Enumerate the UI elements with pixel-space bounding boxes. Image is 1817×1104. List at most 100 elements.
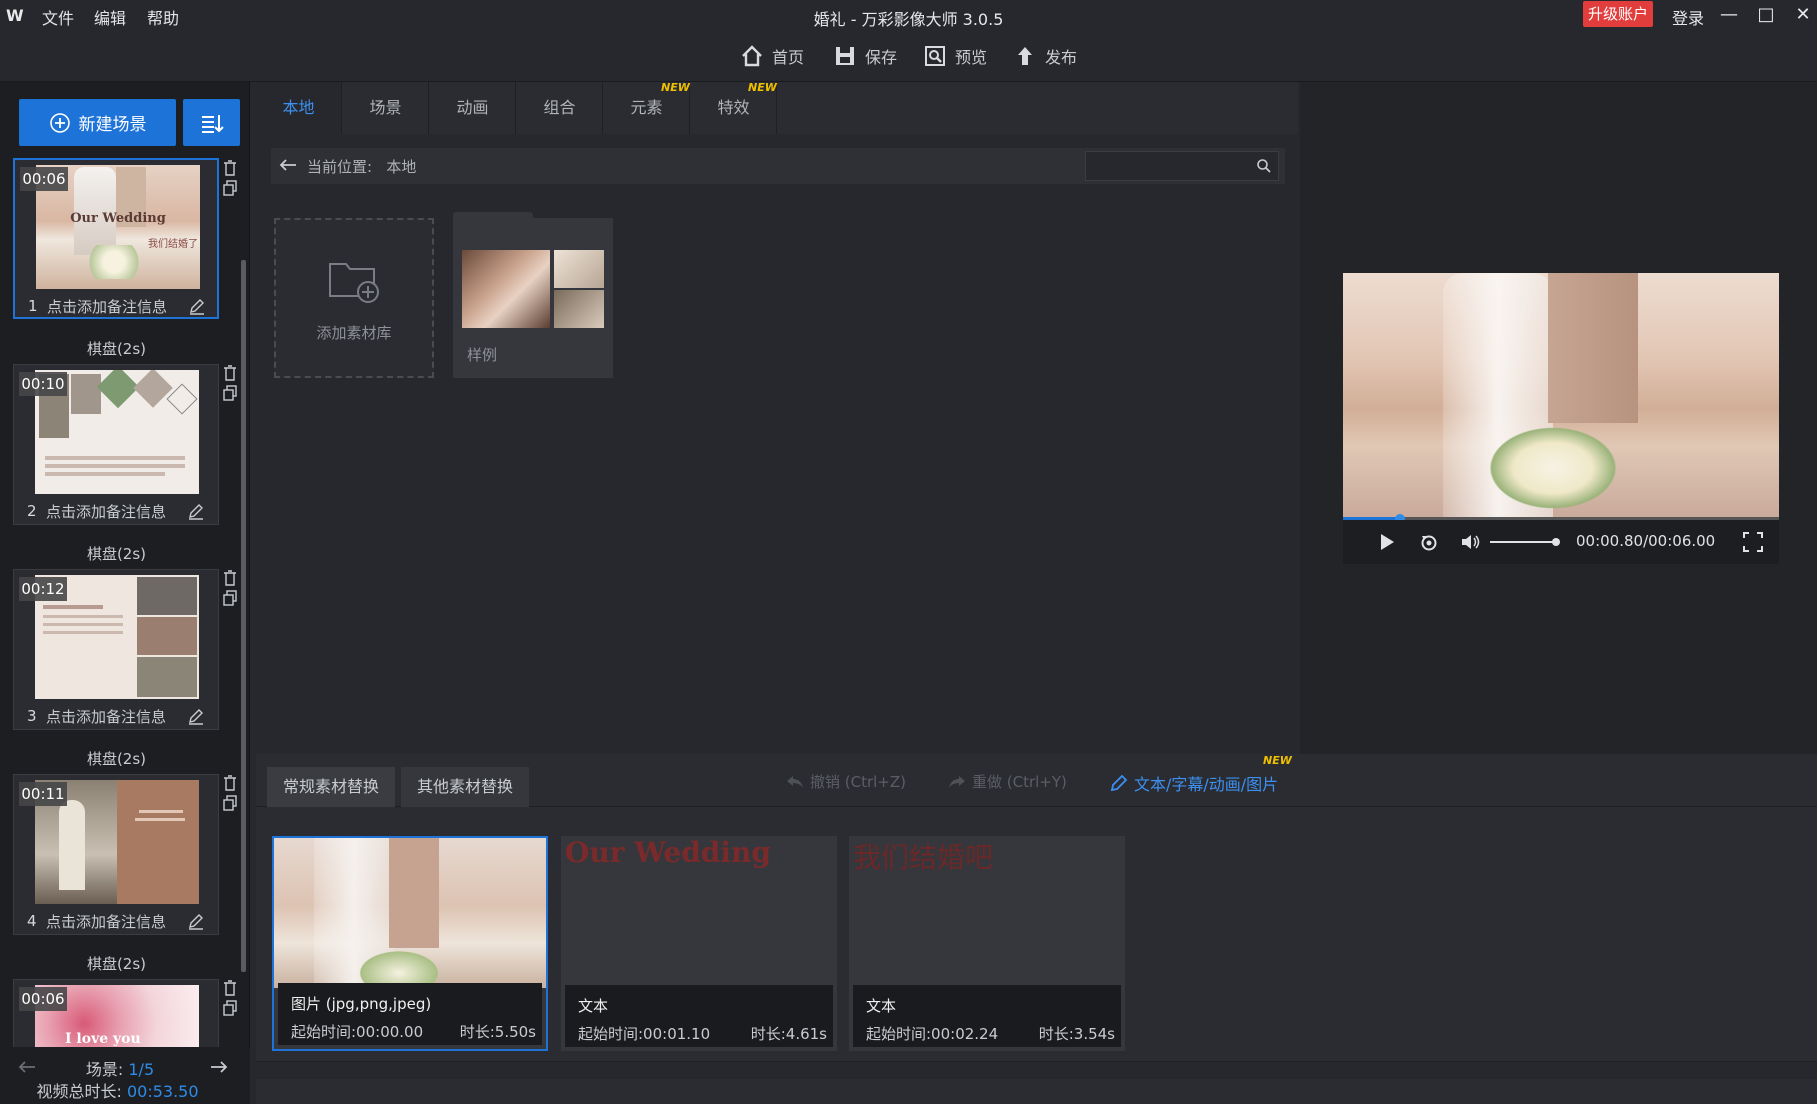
sample-folder-label: 样例 [467,346,498,364]
redo-button[interactable]: 重做 (Ctrl+Y) [948,771,1067,792]
scene-card-4[interactable]: 00:11 4 点击添加备注信息 [13,774,219,935]
transition-label[interactable]: 棋盘(2s) [0,748,233,769]
login-button[interactable]: 登录 [1672,5,1704,29]
arrow-right-icon[interactable] [210,1060,228,1074]
bouquet-graphic [1483,423,1623,513]
edit-pencil-icon[interactable] [187,707,205,725]
transition-label[interactable]: 棋盘(2s) [0,543,233,564]
window-title: 婚礼 - 万彩影像大师 3.0.5 [813,10,1004,29]
sample-folder[interactable]: 样例 [453,212,613,378]
total-duration: 视频总时长: 00:53.50 [0,1078,235,1102]
play-icon[interactable] [1379,533,1395,551]
text-subtitle-edit-link[interactable]: 文本/字幕/动画/图片 [1110,771,1278,795]
scene-card-5[interactable]: I love you 00:06 [13,979,219,1047]
tab-scenes[interactable]: 场景 [343,82,429,134]
library-search-input[interactable] [1085,151,1279,181]
scene-note-input[interactable]: 点击添加备注信息 [47,296,167,317]
trash-icon[interactable] [223,570,237,586]
copy-icon[interactable] [223,795,237,811]
scene-note-input[interactable]: 点击添加备注信息 [46,501,166,522]
trash-icon[interactable] [223,980,237,996]
material-text-preview: Our Wedding [565,836,771,869]
edit-pencil-icon[interactable] [188,297,206,315]
preview-video[interactable] [1343,273,1779,520]
back-arrow-icon[interactable] [279,158,297,172]
publish-label: 发布 [1045,48,1078,67]
edit-pencil-icon[interactable] [187,912,205,930]
tab-other-replace[interactable]: 其他素材替换 [401,767,529,807]
volume-icon[interactable] [1461,533,1481,551]
material-info: 文本 起始时间:00:01.10 时长:4.61s [565,985,833,1047]
photo-tile [137,577,197,615]
scene-5-actions [223,980,237,1020]
text-line [43,615,123,618]
add-library-button[interactable]: 添加素材库 [274,218,434,378]
new-scene-button[interactable]: 新建场景 [19,99,176,146]
search-icon[interactable] [1256,158,1272,174]
scene-counter-value: 1/5 [128,1060,155,1079]
copy-icon[interactable] [223,180,237,196]
material-type: 文本 [578,997,609,1015]
close-button[interactable]: ✕ [1788,2,1817,28]
preview-button[interactable]: 预览 [923,44,987,68]
transition-label[interactable]: 棋盘(2s) [0,338,233,359]
scene-card-1[interactable]: Our Wedding 我们结婚了 00:06 1 点击添加备注信息 [13,158,219,319]
copy-icon[interactable] [223,1000,237,1016]
copy-icon[interactable] [223,590,237,606]
transition-label[interactable]: 棋盘(2s) [0,953,233,974]
save-button[interactable]: 保存 [833,44,897,68]
scene-duration-badge: 00:10 [19,372,67,396]
text-line [43,605,103,609]
total-duration-label: 视频总时长: [36,1082,122,1101]
volume-slider[interactable] [1490,541,1556,543]
current-location: 当前位置: 本地 [307,156,416,177]
tab-regular-replace[interactable]: 常规素材替换 [267,767,395,807]
trash-icon[interactable] [223,365,237,381]
tab-local[interactable]: 本地 [256,82,342,134]
trash-icon[interactable] [223,160,237,176]
fullscreen-icon[interactable] [1743,532,1763,552]
upgrade-account-button[interactable]: 升级账户 [1583,1,1653,27]
scene-index: 2 [27,502,37,520]
tab-animation[interactable]: 动画 [430,82,516,134]
home-button[interactable]: 首页 [740,44,804,68]
scene-4-actions [223,775,237,815]
material-scrollbar[interactable] [256,1061,1817,1079]
tab-combo[interactable]: 组合 [517,82,603,134]
text-edit-label: 文本/字幕/动画/图片 [1134,775,1279,794]
scene-sort-button[interactable] [183,99,240,146]
text-line [43,631,123,634]
trash-icon[interactable] [223,775,237,791]
publish-button[interactable]: 发布 [1013,44,1077,68]
library-tabs: 本地 场景 动画 组合 元素 NEW 特效 NEW [256,81,1298,134]
copy-icon[interactable] [223,385,237,401]
volume-handle[interactable] [1552,538,1560,546]
groom-figure [389,838,439,948]
scene-list-scrollbar[interactable] [241,260,246,972]
scene-card-3[interactable]: 00:12 3 点击添加备注信息 [13,569,219,730]
photo-tile [96,370,140,409]
folder-tab [453,212,533,222]
material-card-image[interactable]: 图片 (jpg,png,jpeg) 起始时间:00:00.00 时长:5.50s [272,836,548,1051]
scene-note-input[interactable]: 点击添加备注信息 [46,911,166,932]
replay-icon[interactable] [1419,532,1439,552]
undo-button[interactable]: 撤销 (Ctrl+Z) [786,771,906,792]
material-type: 文本 [866,997,897,1015]
scene-3-actions [223,570,237,610]
text-line [45,472,165,476]
scene-duration-badge: 00:06 [20,167,68,191]
sample-photo-small [554,250,604,288]
location-label: 当前位置: [307,158,373,176]
material-card-text-1[interactable]: Our Wedding 文本 起始时间:00:01.10 时长:4.61s [561,836,837,1051]
minimize-button[interactable]: — [1714,2,1744,28]
edit-pencil-icon[interactable] [187,502,205,520]
material-card-text-2[interactable]: 我们结婚吧 文本 起始时间:00:02.24 时长:3.54s [849,836,1125,1051]
text-line [139,810,183,813]
maximize-button[interactable]: □ [1751,2,1781,28]
scene-card-2[interactable]: 00:10 2 点击添加备注信息 [13,364,219,525]
scene-counter-label: 场景: [85,1060,124,1079]
scene-note-input[interactable]: 点击添加备注信息 [46,706,166,727]
material-start-time: 起始时间:00:00.00 [291,1023,424,1041]
scene-panel: 新建场景 Our Wedding 我们结婚了 00:06 1 点击添加备注信息 … [0,82,250,1104]
toolbar: 首页 保存 预览 发布 [0,32,1817,82]
